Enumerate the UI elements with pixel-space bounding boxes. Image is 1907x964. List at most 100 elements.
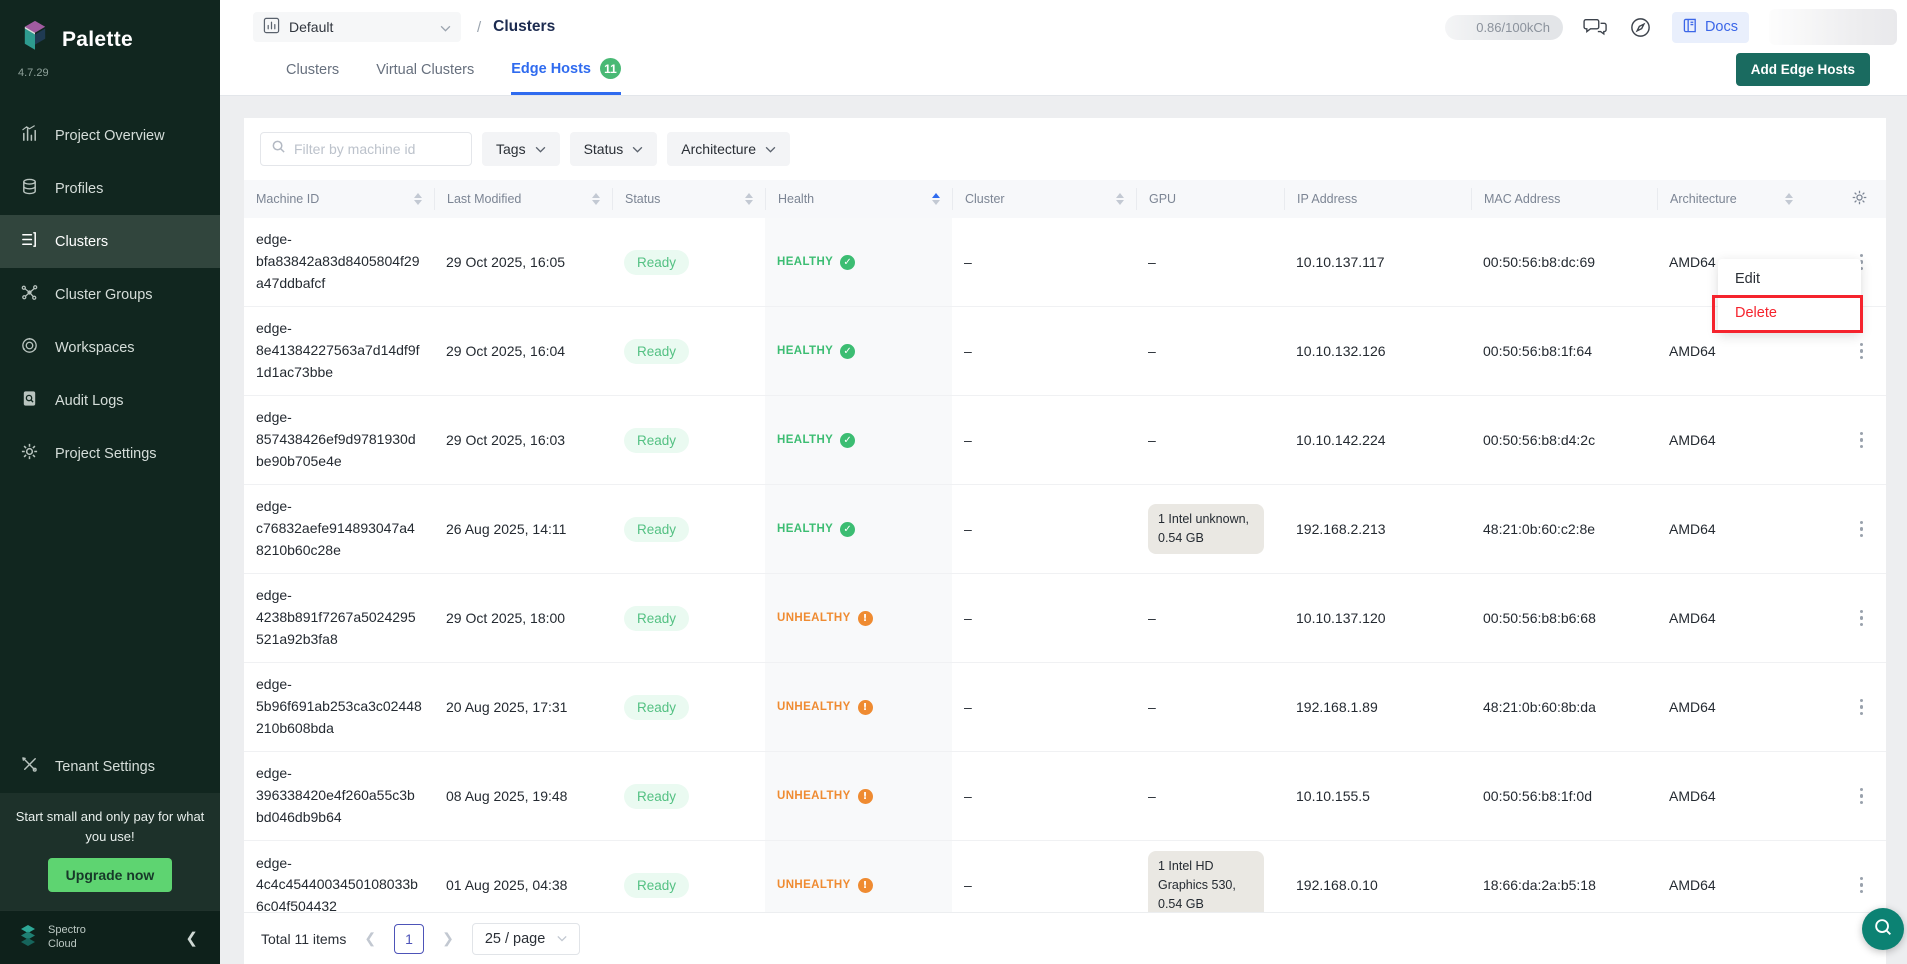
sidebar-item-profiles[interactable]: Profiles xyxy=(0,162,220,215)
architecture-cell: AMD64 xyxy=(1657,841,1805,912)
spectro-cloud-label: Spectro Cloud xyxy=(48,924,86,952)
layers-icon xyxy=(20,177,39,200)
ip-address-cell: 10.10.137.120 xyxy=(1284,574,1471,662)
mac-address-cell: 48:21:0b:60:8b:da xyxy=(1471,663,1657,751)
kebab-menu-icon[interactable] xyxy=(1855,605,1869,632)
sort-icon[interactable] xyxy=(592,193,600,206)
next-page-button[interactable]: ❯ xyxy=(439,930,457,947)
audit-icon xyxy=(20,389,39,412)
project-selector[interactable]: Default xyxy=(253,12,461,42)
sort-icon[interactable] xyxy=(1116,193,1124,206)
kebab-menu-icon[interactable] xyxy=(1855,694,1869,721)
status-cell: Ready xyxy=(612,218,765,306)
row-actions-cell xyxy=(1805,574,1886,662)
column-header-health[interactable]: Health xyxy=(765,188,952,210)
usage-badge: 0.86/100kCh xyxy=(1445,15,1563,40)
gpu-cell: – xyxy=(1136,752,1284,840)
machine-id-search[interactable] xyxy=(260,132,472,166)
health-label: HEALTHY xyxy=(777,256,833,268)
tags-filter-dropdown[interactable]: Tags xyxy=(482,132,560,166)
kebab-menu-icon[interactable] xyxy=(1855,872,1869,899)
user-menu[interactable] xyxy=(1769,9,1897,45)
spectro-cloud-logo-icon xyxy=(16,923,40,952)
architecture-filter-dropdown[interactable]: Architecture xyxy=(667,132,790,166)
kebab-menu-icon[interactable] xyxy=(1855,516,1869,543)
mac-address-cell: 00:50:56:b8:1f:64 xyxy=(1471,307,1657,395)
table-row[interactable]: edge-bfa83842a83d8405804f29a47ddbafcf29 … xyxy=(244,218,1886,307)
add-edge-hosts-button[interactable]: Add Edge Hosts xyxy=(1736,53,1870,86)
compass-icon[interactable] xyxy=(1629,16,1652,39)
context-menu-edit[interactable]: Edit xyxy=(1718,262,1861,296)
palette-logo: Palette xyxy=(0,0,220,65)
sidebar-item-audit-logs[interactable]: Audit Logs xyxy=(0,374,220,427)
cluster-cell: – xyxy=(952,485,1136,573)
health-badge: UNHEALTHY! xyxy=(777,700,873,715)
mac-address-cell: 00:50:56:b8:1f:0d xyxy=(1471,752,1657,840)
mac-address-cell: 00:50:56:b8:d4:2c xyxy=(1471,396,1657,484)
page-size-select[interactable]: 25 / page xyxy=(472,923,580,955)
column-header-machine-id[interactable]: Machine ID xyxy=(244,188,434,210)
status-badge: Ready xyxy=(624,784,689,809)
status-cell: Ready xyxy=(612,841,765,912)
sidebar-item-label: Audit Logs xyxy=(55,393,124,409)
row-actions-cell xyxy=(1805,396,1886,484)
sidebar-item-tenant-settings[interactable]: Tenant Settings xyxy=(0,740,220,793)
sidebar-item-project-overview[interactable]: Project Overview xyxy=(0,109,220,162)
column-header-status[interactable]: Status xyxy=(612,188,765,210)
table-row[interactable]: edge-857438426ef9d9781930dbe90b705e4e29 … xyxy=(244,396,1886,485)
tab-virtual-clusters[interactable]: Virtual Clusters xyxy=(376,58,474,95)
check-icon: ✓ xyxy=(840,522,855,537)
check-icon: ✓ xyxy=(840,344,855,359)
sidebar-item-label: Workspaces xyxy=(55,340,135,356)
sidebar-footer: Spectro Cloud ❮ xyxy=(0,910,220,964)
chat-icon[interactable] xyxy=(1583,16,1609,38)
table-row[interactable]: edge-5b96f691ab253ca3c02448210b608bda20 … xyxy=(244,663,1886,752)
edge-hosts-card: Tags Status Architecture Machine IDLast … xyxy=(244,118,1886,964)
table-row[interactable]: edge-c76832aefe914893047a48210b60c28e26 … xyxy=(244,485,1886,574)
sidebar-collapse-button[interactable]: ❮ xyxy=(179,927,204,949)
support-chat-launcher[interactable] xyxy=(1862,908,1904,950)
column-settings-gear-icon[interactable] xyxy=(1851,189,1868,209)
search-input[interactable] xyxy=(294,141,475,157)
kebab-menu-icon[interactable] xyxy=(1855,783,1869,810)
kebab-menu-icon[interactable] xyxy=(1855,427,1869,454)
sidebar-item-cluster-groups[interactable]: Cluster Groups xyxy=(0,268,220,321)
sidebar-item-workspaces[interactable]: Workspaces xyxy=(0,321,220,374)
table-row[interactable]: edge-396338420e4f260a55c3bbd046db9b6408 … xyxy=(244,752,1886,841)
filter-bar: Tags Status Architecture xyxy=(244,118,1886,180)
docs-button[interactable]: Docs xyxy=(1672,12,1749,43)
status-cell: Ready xyxy=(612,752,765,840)
table-row[interactable]: edge-8e41384227563a7d14df9f1d1ac73bbe29 … xyxy=(244,307,1886,396)
gpu-cell: – xyxy=(1136,396,1284,484)
edge-hosts-count-badge: 11 xyxy=(600,58,621,79)
column-header-cluster[interactable]: Cluster xyxy=(952,188,1136,210)
machine-id-cell: edge-c76832aefe914893047a48210b60c28e xyxy=(244,485,434,573)
column-header-last-modified[interactable]: Last Modified xyxy=(434,188,612,210)
sort-icon[interactable] xyxy=(745,193,753,206)
column-header-architecture[interactable]: Architecture xyxy=(1657,188,1805,210)
table-row[interactable]: edge-4c4c4544003450108033b6c04f50443201 … xyxy=(244,841,1886,912)
tab-edge-hosts[interactable]: Edge Hosts 11 xyxy=(511,58,621,95)
context-menu-delete[interactable]: Delete xyxy=(1718,296,1861,330)
tab-clusters[interactable]: Clusters xyxy=(286,58,339,95)
sort-icon[interactable] xyxy=(414,193,422,206)
prev-page-button[interactable]: ❮ xyxy=(361,930,379,947)
sort-icon[interactable] xyxy=(932,193,940,206)
machine-id-cell: edge-4c4c4544003450108033b6c04f504432 xyxy=(244,841,434,912)
current-page-button[interactable]: 1 xyxy=(394,924,424,954)
column-label: Cluster xyxy=(965,192,1005,206)
table-row[interactable]: edge-4238b891f7267a5024295521a92b3fa829 … xyxy=(244,574,1886,663)
upgrade-now-button[interactable]: Upgrade now xyxy=(48,858,173,892)
sidebar-item-clusters[interactable]: Clusters xyxy=(0,215,220,268)
tab-bar: Clusters Virtual Clusters Edge Hosts 11 xyxy=(286,58,621,95)
status-cell: Ready xyxy=(612,396,765,484)
column-label: Status xyxy=(625,192,660,206)
health-badge: UNHEALTHY! xyxy=(777,611,873,626)
kebab-menu-icon[interactable] xyxy=(1855,338,1869,365)
status-filter-dropdown[interactable]: Status xyxy=(570,132,658,166)
sidebar-item-project-settings[interactable]: Project Settings xyxy=(0,427,220,480)
health-label: UNHEALTHY xyxy=(777,701,851,713)
sort-icon[interactable] xyxy=(1785,193,1793,206)
row-actions-cell xyxy=(1805,752,1886,840)
sidebar-item-label: Cluster Groups xyxy=(55,287,153,303)
